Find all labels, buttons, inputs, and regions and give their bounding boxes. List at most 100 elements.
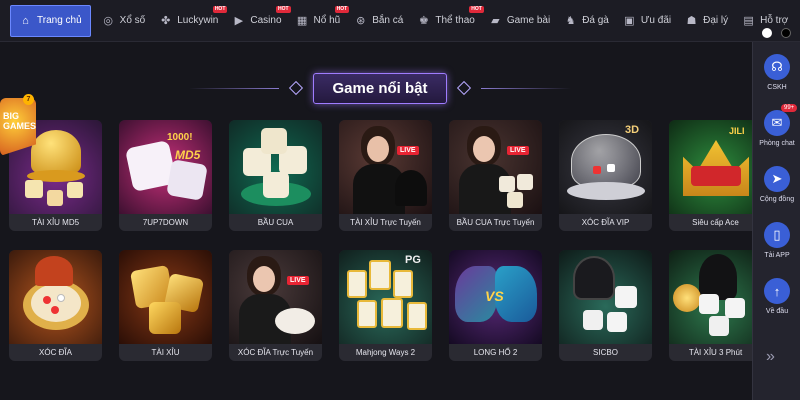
side-item-community[interactable]: ➤ Cộng đồng <box>753 166 800 222</box>
side-item-label: CSKH <box>767 84 787 91</box>
nav-item-sports[interactable]: ♚ Thể thao HOT <box>410 5 484 37</box>
lottery-icon: ◎ <box>103 15 113 27</box>
divider <box>480 87 571 89</box>
sports-icon: ♚ <box>418 15 429 27</box>
nav-item-label: Thể thao <box>435 15 475 26</box>
nav-item-fish[interactable]: ⊛ Bắn cá <box>347 5 410 37</box>
game-thumbnail <box>9 250 102 344</box>
game-thumbnail <box>229 120 322 214</box>
slot-icon: ▦ <box>296 15 308 27</box>
agent-icon: ☗ <box>686 15 697 27</box>
game-card-tai-xiu[interactable]: TÀI XỈU <box>119 250 212 361</box>
theme-light-toggle[interactable] <box>762 28 772 38</box>
game-title: XÓC ĐĨA Trực Tuyến <box>237 348 314 357</box>
game-title: BẦU CUA Trực Tuyến <box>456 218 535 227</box>
game-card-sicbo[interactable]: SICBO <box>559 250 652 361</box>
home-icon: ⌂ <box>22 14 29 27</box>
game-card-xoc-dia[interactable]: XÓC ĐĨA <box>9 250 102 361</box>
game-thumbnail: PG <box>339 250 432 344</box>
floating-side-panel: ☊ CSKH ✉ 99+ Phòng chat ➤ Cộng đồng ▯ Tả… <box>752 42 800 400</box>
nav-item-slots[interactable]: ▦ Nổ hũ HOT <box>289 5 350 37</box>
nav-item-cards[interactable]: ▰ Game bài <box>482 5 557 37</box>
art-text: 3D <box>625 124 640 136</box>
nav-item-cockfight[interactable]: ♞ Đá gà <box>557 5 616 37</box>
game-title: BẦU CUA <box>257 218 294 227</box>
casino-icon: ▶ <box>234 15 244 27</box>
telegram-icon: ➤ <box>764 166 790 192</box>
game-title: SICBO <box>593 348 618 357</box>
side-item-download-app[interactable]: ▯ Tải APP <box>753 222 800 278</box>
side-item-label: Về đầu <box>765 308 789 315</box>
nav-item-label: Casino <box>250 15 282 26</box>
side-item-cskh[interactable]: ☊ CSKH <box>753 54 800 110</box>
nav-item-label: Trang chủ <box>37 15 82 26</box>
game-card-bau-cua-live[interactable]: LIVE BẦU CUA Trực Tuyến <box>449 120 542 231</box>
game-card-xoc-dia-vip[interactable]: 3D XÓC ĐĨA VIP <box>559 120 652 231</box>
game-card-tai-xiu-3-phut[interactable]: TÀI XỈU 3 Phút <box>669 250 762 361</box>
game-title: TÀI XỈU 3 Phút <box>688 348 743 357</box>
nav-item-label: Đá gà <box>582 15 609 26</box>
chat-icon: ✉ <box>764 110 790 136</box>
top-navigation: ⌂ Trang chủ ◎ Xổ số ✤ Luckywin HOT ▶ Cas… <box>0 0 800 42</box>
nav-item-lottery[interactable]: ◎ Xổ số <box>95 5 153 37</box>
diamond-ornament-icon <box>289 80 304 96</box>
nav-item-label: Nổ hũ <box>313 15 341 26</box>
nav-item-label: Hỗ trợ <box>760 15 789 26</box>
arrow-up-icon: ↑ <box>764 278 790 304</box>
phone-icon: ▯ <box>764 222 790 248</box>
game-thumbnail: JILI <box>669 120 762 214</box>
game-title: Siêu cấp Ace <box>692 218 739 227</box>
side-item-label: Cộng đồng <box>759 196 795 203</box>
live-badge: LIVE <box>507 146 529 155</box>
game-title: XÓC ĐĨA <box>39 348 72 357</box>
nav-item-luckywin[interactable]: ✤ Luckywin HOT <box>152 5 228 37</box>
art-text: PG <box>405 254 421 266</box>
nav-item-promotions[interactable]: ▣ Ưu đãi <box>616 5 678 37</box>
art-text: JILI <box>729 126 745 136</box>
headset-icon: ☊ <box>764 54 790 80</box>
nav-item-agent[interactable]: ☗ Đại lý <box>678 5 735 37</box>
nav-item-label: Game bài <box>506 15 551 26</box>
unread-badge: 99+ <box>781 104 798 112</box>
side-item-label: Phòng chat <box>759 140 795 147</box>
art-text: 1000! <box>167 132 193 143</box>
side-item-label: Tải APP <box>764 252 790 259</box>
game-card-long-ho-2[interactable]: VS LONG HỔ 2 <box>449 250 542 361</box>
game-card-sieu-cap-ace[interactable]: JILI Siêu cấp Ace <box>669 120 762 231</box>
fish-icon: ⊛ <box>356 15 366 27</box>
gift-icon: ▣ <box>624 15 635 27</box>
game-title: TÀI XỈU MD5 <box>31 218 80 227</box>
support-icon: ▤ <box>743 15 754 27</box>
game-card-mahjong-ways-2[interactable]: PG Mahjong Ways 2 <box>339 250 432 361</box>
nav-item-label: Ưu đãi <box>640 15 672 26</box>
game-thumbnail: VS <box>449 250 542 344</box>
nav-item-label: Bắn cá <box>372 15 404 26</box>
theme-dark-toggle[interactable] <box>781 28 791 38</box>
game-thumbnail: LIVE <box>449 120 542 214</box>
logo-text: BIG GAMES <box>3 111 37 131</box>
live-badge: LIVE <box>287 276 309 285</box>
art-text: MD5 <box>175 148 201 162</box>
game-card-7up7down[interactable]: 1000! MD5 7UP7DOWN <box>119 120 212 231</box>
game-thumbnail <box>559 250 652 344</box>
collapse-chevron-icon[interactable]: » <box>766 348 775 366</box>
diamond-ornament-icon <box>456 80 471 96</box>
game-thumbnail: LIVE <box>339 120 432 214</box>
game-title: Mahjong Ways 2 <box>355 348 416 357</box>
game-title: LONG HỔ 2 <box>473 348 518 357</box>
nav-item-label: Đại lý <box>703 15 729 26</box>
game-thumbnail <box>119 250 212 344</box>
game-title: XÓC ĐĨA VIP <box>581 218 630 227</box>
side-item-back-to-top[interactable]: ↑ Về đầu <box>753 278 800 334</box>
live-badge: LIVE <box>397 146 419 155</box>
game-thumbnail: LIVE <box>229 250 322 344</box>
game-thumbnail: 1000! MD5 <box>119 120 212 214</box>
nav-item-home[interactable]: ⌂ Trang chủ <box>10 4 91 37</box>
nav-item-casino[interactable]: ▶ Casino HOT <box>225 5 291 37</box>
game-card-xoc-dia-live[interactable]: LIVE XÓC ĐĨA Trực Tuyến <box>229 250 322 361</box>
game-title: 7UP7DOWN <box>142 218 189 227</box>
side-item-chat[interactable]: ✉ 99+ Phòng chat <box>753 104 800 166</box>
game-card-bau-cua[interactable]: BẦU CUA <box>229 120 322 231</box>
game-card-tai-xiu-live[interactable]: LIVE TÀI XỈU Trực Tuyến <box>339 120 432 231</box>
game-thumbnail <box>669 250 762 344</box>
